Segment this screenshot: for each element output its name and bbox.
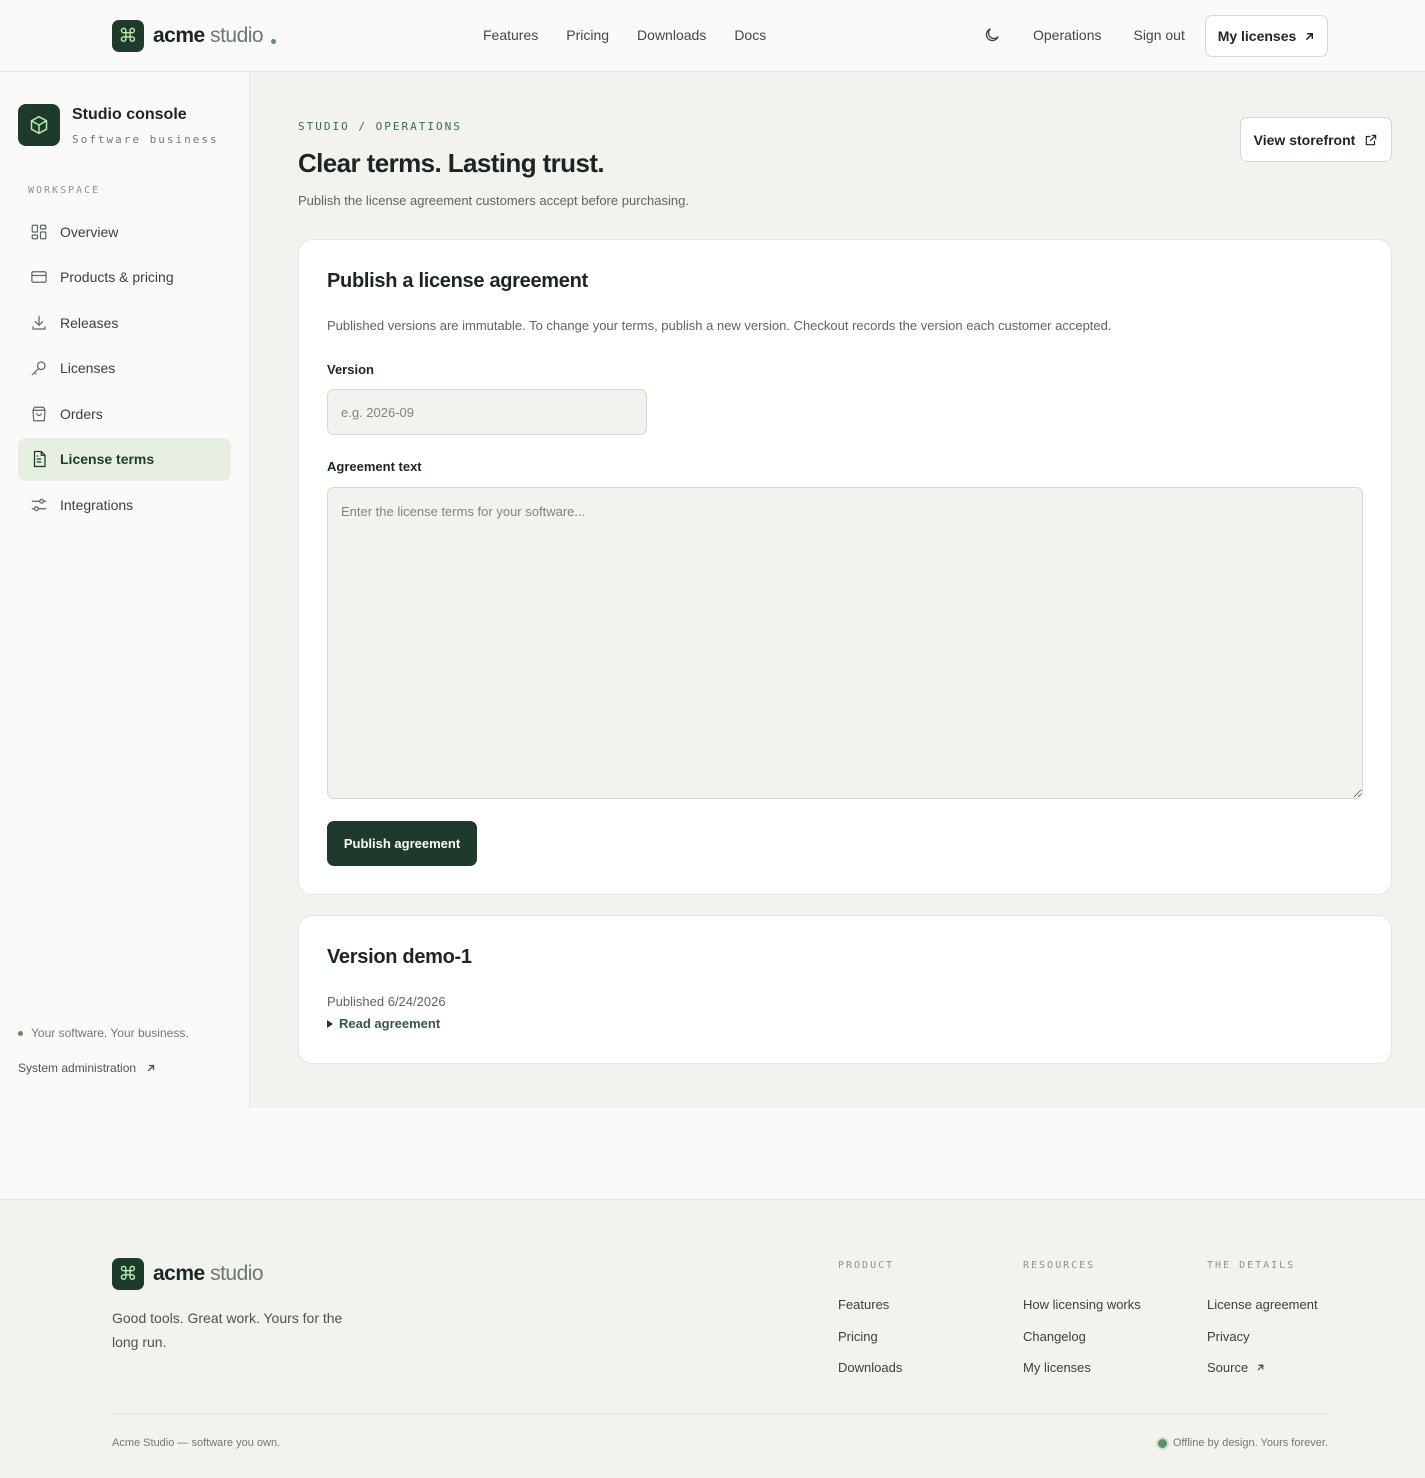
sign-out-link[interactable]: Sign out bbox=[1133, 27, 1184, 43]
footer-heading: PRODUCT bbox=[838, 1260, 895, 1271]
footer-heading: RESOURCES bbox=[1023, 1260, 1096, 1271]
publish-card-description: Published versions are immutable. To cha… bbox=[327, 318, 1112, 333]
publish-agreement-card: Publish a license agreement Published ve… bbox=[298, 239, 1392, 895]
footer-copyright: Acme Studio — software you own. bbox=[112, 1437, 281, 1449]
arrow-up-right-icon bbox=[1306, 32, 1314, 40]
nav-link-docs[interactable]: Docs bbox=[734, 27, 766, 43]
command-icon: ⌘ bbox=[112, 1258, 144, 1290]
operations-link[interactable]: Operations bbox=[1033, 27, 1101, 43]
moon-icon[interactable] bbox=[983, 26, 1001, 44]
card-icon bbox=[31, 271, 47, 283]
footer-link-source-label: Source bbox=[1207, 1360, 1249, 1376]
brand-logo[interactable]: ⌘ acme studio bbox=[112, 20, 277, 52]
page-spacer bbox=[0, 1108, 1425, 1200]
document-icon bbox=[33, 450, 46, 468]
footer-link-changelog[interactable]: Changelog bbox=[1023, 1321, 1141, 1353]
sidebar-item-overview[interactable]: Overview bbox=[18, 210, 231, 253]
footer-link-my-licenses[interactable]: My licenses bbox=[1023, 1352, 1141, 1384]
sidebar-item-label: License terms bbox=[60, 451, 155, 467]
agreement-text-label: Agreement text bbox=[327, 459, 422, 474]
sidebar-item-integrations[interactable]: Integrations bbox=[18, 483, 231, 526]
footer-status: Offline by design. Yours forever. bbox=[1157, 1437, 1328, 1449]
status-dot-icon bbox=[1157, 1438, 1167, 1448]
footer-tagline: Good tools. Great work. Yours for the lo… bbox=[112, 1310, 343, 1350]
publish-card-title: Publish a license agreement bbox=[327, 270, 588, 292]
main-content: STUDIO / OPERATIONS Clear terms. Lasting… bbox=[250, 72, 1425, 1108]
sidebar-nav: Overview Products & pricing Releases Lic… bbox=[18, 210, 231, 529]
sidebar-item-releases[interactable]: Releases bbox=[18, 301, 231, 344]
sidebar-item-label: Overview bbox=[60, 223, 119, 240]
arrow-up-right-icon bbox=[1257, 1364, 1264, 1371]
account-nav: Operations Sign out bbox=[1033, 27, 1185, 43]
footer-heading: THE DETAILS bbox=[1207, 1260, 1296, 1271]
system-administration-label: System administration bbox=[18, 1061, 137, 1075]
console-title: Studio console bbox=[72, 106, 187, 123]
key-icon bbox=[31, 361, 46, 376]
brand-dot-icon bbox=[271, 38, 277, 44]
footer-brand-logo[interactable]: ⌘ acme studio bbox=[112, 1258, 264, 1290]
published-date: Published 6/24/2026 bbox=[327, 994, 446, 1009]
system-administration-link[interactable]: System administration bbox=[18, 1061, 156, 1075]
read-agreement-toggle[interactable]: Read agreement bbox=[327, 1016, 440, 1031]
workspace-section-label: WORKSPACE bbox=[28, 185, 101, 196]
primary-nav: Features Pricing Downloads Docs bbox=[483, 27, 766, 43]
footer-link-downloads[interactable]: Downloads bbox=[838, 1352, 902, 1384]
sidebar-tagline: Your software. Your business. bbox=[18, 1026, 189, 1040]
sidebar-item-licenses[interactable]: Licenses bbox=[18, 347, 231, 390]
version-title: Version demo-1 bbox=[327, 946, 472, 968]
nav-link-features[interactable]: Features bbox=[483, 27, 538, 43]
sidebar-item-label: Integrations bbox=[60, 496, 134, 513]
console-subtitle: Software business bbox=[72, 133, 219, 146]
footer-column-details: THE DETAILS License agreement Privacy So… bbox=[1207, 1260, 1318, 1384]
grid-icon bbox=[31, 224, 47, 239]
breadcrumb: STUDIO / OPERATIONS bbox=[298, 120, 462, 133]
read-agreement-label: Read agreement bbox=[339, 1016, 441, 1031]
footer-link-how-licensing-works[interactable]: How licensing works bbox=[1023, 1289, 1141, 1321]
footer-link-source[interactable]: Source bbox=[1207, 1352, 1318, 1384]
page-title: Clear terms. Lasting trust. bbox=[298, 148, 605, 178]
arrow-up-right-icon bbox=[147, 1064, 155, 1072]
agreement-text-area[interactable] bbox=[327, 487, 1363, 799]
view-storefront-button[interactable]: View storefront bbox=[1240, 117, 1392, 162]
my-licenses-button[interactable]: My licenses bbox=[1205, 15, 1328, 57]
page-subtitle: Publish the license agreement customers … bbox=[298, 193, 689, 208]
bag-icon bbox=[32, 406, 46, 421]
sidebar-item-orders[interactable]: Orders bbox=[18, 392, 231, 435]
disclosure-triangle-icon bbox=[327, 1019, 333, 1028]
nav-link-downloads[interactable]: Downloads bbox=[637, 27, 706, 43]
sidebar-item-label: Orders bbox=[60, 405, 103, 422]
footer-divider bbox=[112, 1413, 1328, 1414]
footer-link-privacy[interactable]: Privacy bbox=[1207, 1321, 1318, 1353]
publish-agreement-button[interactable]: Publish agreement bbox=[327, 821, 477, 866]
external-link-icon bbox=[1366, 134, 1377, 145]
version-card: Version demo-1 Published 6/24/2026 Read … bbox=[298, 915, 1392, 1064]
view-storefront-label: View storefront bbox=[1253, 131, 1356, 148]
sidebar-item-label: Products & pricing bbox=[60, 269, 174, 285]
sidebar: Studio console Software business WORKSPA… bbox=[0, 72, 250, 1108]
site-footer: ⌘ acme studio Good tools. Great work. Yo… bbox=[0, 1200, 1425, 1478]
footer-status-label: Offline by design. Yours forever. bbox=[1172, 1437, 1328, 1449]
brand-name: acme studio bbox=[153, 24, 264, 47]
footer-column-resources: RESOURCES How licensing works Changelog … bbox=[1023, 1260, 1141, 1384]
sidebar-item-products-pricing[interactable]: Products & pricing bbox=[18, 256, 231, 299]
sidebar-item-license-terms[interactable]: License terms bbox=[18, 437, 231, 481]
command-icon: ⌘ bbox=[112, 20, 144, 52]
sliders-icon bbox=[31, 498, 47, 511]
footer-brand-name: acme studio bbox=[153, 1262, 264, 1285]
my-licenses-label: My licenses bbox=[1217, 28, 1297, 44]
footer-link-features[interactable]: Features bbox=[838, 1289, 902, 1321]
sidebar-item-label: Releases bbox=[60, 314, 119, 331]
footer-link-license-agreement[interactable]: License agreement bbox=[1207, 1289, 1318, 1321]
footer-column-product: PRODUCT Features Pricing Downloads bbox=[838, 1260, 902, 1384]
download-icon bbox=[32, 315, 46, 330]
status-dot-icon bbox=[18, 1031, 23, 1037]
footer-link-pricing[interactable]: Pricing bbox=[838, 1321, 902, 1353]
nav-link-pricing[interactable]: Pricing bbox=[566, 27, 609, 43]
top-navigation: ⌘ acme studio Features Pricing Downloads… bbox=[0, 0, 1425, 72]
version-input[interactable] bbox=[327, 389, 647, 435]
console-header: Studio console Software business bbox=[18, 104, 219, 146]
cube-icon bbox=[18, 104, 60, 146]
version-label: Version bbox=[327, 362, 374, 377]
sidebar-item-label: Licenses bbox=[60, 360, 116, 376]
